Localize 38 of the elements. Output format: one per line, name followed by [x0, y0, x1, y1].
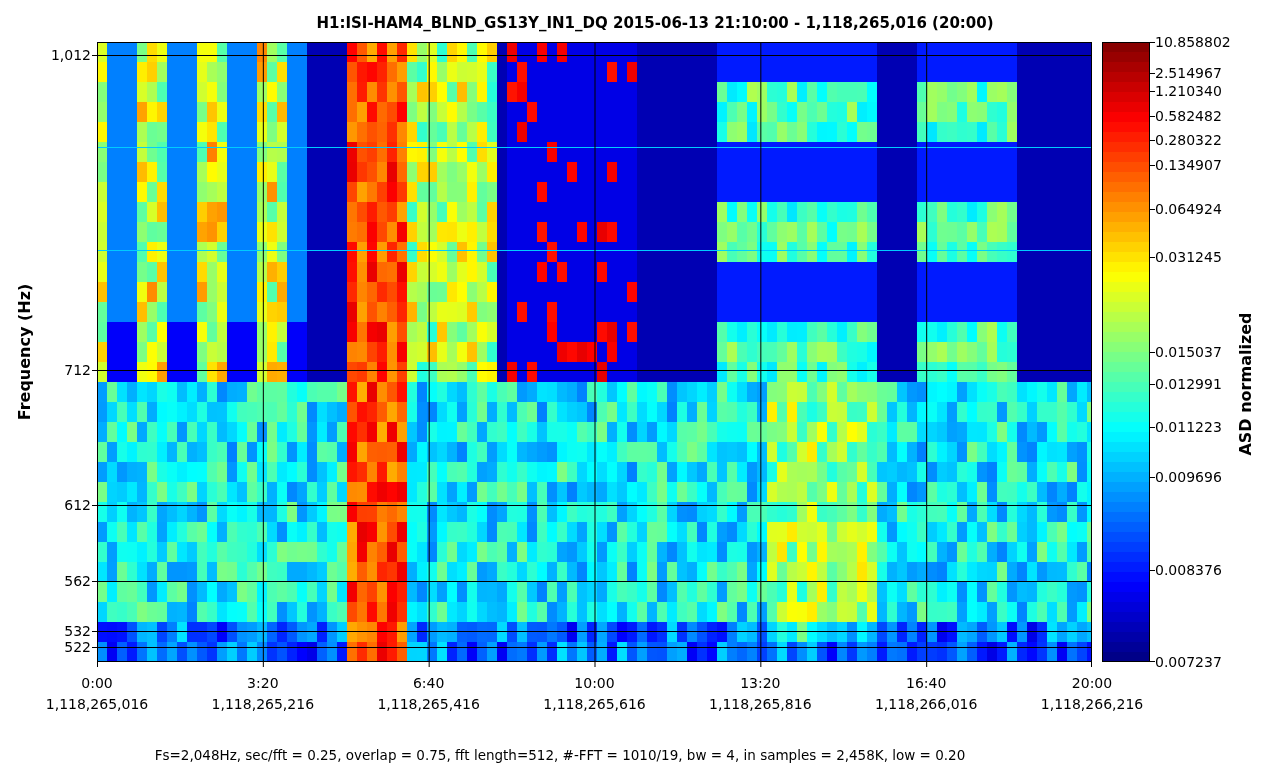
colorbar-tick-label: 0.011223: [1155, 419, 1222, 435]
axis-tick-label: 13:20: [740, 675, 781, 691]
axis-tick-label: 10:00: [574, 675, 615, 691]
axis-tick-label: 612: [64, 497, 91, 513]
colorbar-tick-label: 0.134907: [1155, 157, 1222, 173]
colorbar-tick-label: 0.012991: [1155, 376, 1222, 392]
colorbar-tick-label: 0.009696: [1155, 469, 1222, 485]
axis-tick-label: 1,118,265,616: [543, 696, 646, 712]
axis-tick-label: 522: [64, 639, 91, 655]
axis-tick-label: 1,118,265,816: [709, 696, 812, 712]
axis-tick-label: 1,118,265,216: [211, 696, 315, 712]
colorbar-tick-label: 0.582482: [1155, 108, 1222, 124]
colorbar-tick-label: 0.015037: [1155, 344, 1222, 360]
axis-tick-label: 3:20: [247, 675, 279, 691]
colorbar-tick-label: 10.858802: [1155, 34, 1231, 50]
colorbar-tick-label: 1.210340: [1155, 83, 1222, 99]
axis-tick-label: 1,118,266,216: [1040, 696, 1144, 712]
colorbar-tick-label: 0.280322: [1155, 132, 1222, 148]
axis-tick-label: 1,118,265,016: [45, 696, 149, 712]
axis-tick-label: 0:00: [81, 675, 113, 691]
axis-tick-label: 1,012: [50, 47, 91, 63]
axis-tick-label: 712: [64, 362, 91, 378]
colorbar-tick-label: 2.514967: [1155, 65, 1222, 81]
axis-tick-label: 20:00: [1071, 675, 1113, 691]
axis-label: Frequency (Hz): [15, 283, 34, 421]
axis-tick-label: 1,118,265,416: [377, 696, 480, 712]
colorbar-tick-label: 0.064924: [1155, 201, 1222, 217]
colorbar-tick-label: 0.031245: [1155, 249, 1222, 265]
axis-tick-label: 16:40: [906, 675, 947, 691]
axis-tick-label: 6:40: [412, 675, 445, 691]
colorbar-tick-label: 0.008376: [1155, 562, 1222, 578]
axis-tick-label: 562: [64, 573, 91, 589]
caption: Fs=2,048Hz, sec/fft = 0.25, overlap = 0.75, fft length=512, #-FFT = 1010/19, bw = 4, in samples = 2,458K, low = 0.20: [154, 747, 966, 763]
colorbar-tick-label: 0.007237: [1155, 654, 1222, 670]
axis-tick-label: 532: [64, 623, 91, 639]
axis-tick-label: 1,118,266,016: [874, 696, 978, 712]
chart-title: H1:ISI-HAM4_BLND_GS13Y_IN1_DQ 2015-06-13 21:10:00 - 1,118,265,016 (20:00): [316, 14, 994, 32]
colorbar-label: ASD normalized: [1236, 312, 1255, 456]
